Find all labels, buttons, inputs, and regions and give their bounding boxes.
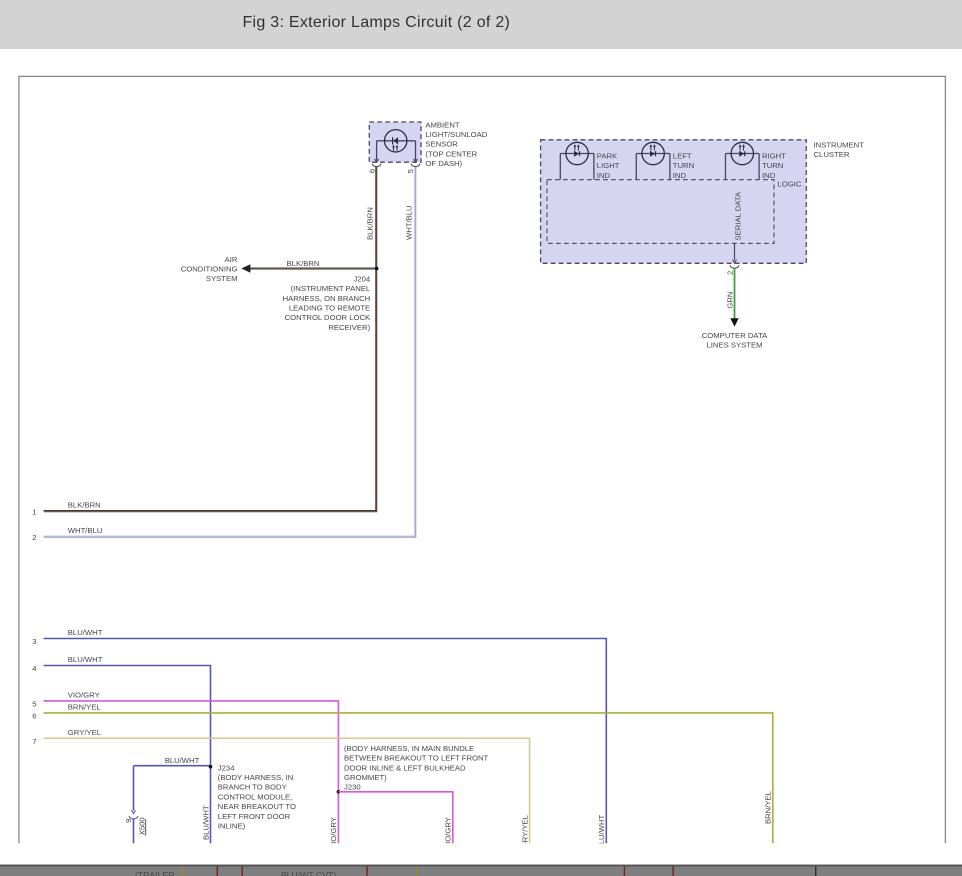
svg-text:SENSOR: SENSOR: [425, 140, 458, 149]
svg-text:GRY/YEL: GRY/YEL: [68, 728, 102, 737]
svg-text:RIGHT: RIGHT: [762, 151, 786, 160]
svg-text:CONTROL DOOR LOCK: CONTROL DOOR LOCK: [285, 313, 371, 322]
svg-text:CONDITIONING: CONDITIONING: [181, 265, 238, 274]
svg-text:BLK/BRN: BLK/BRN: [287, 259, 320, 268]
svg-text:WHT/BLU: WHT/BLU: [68, 526, 103, 535]
svg-text:LEFT FRONT DOOR: LEFT FRONT DOOR: [218, 812, 291, 821]
svg-text:5: 5: [406, 169, 415, 173]
svg-text:GRN: GRN: [725, 292, 734, 309]
svg-text:BLU/WHT: BLU/WHT: [165, 756, 200, 765]
svg-text:SERIAL DATA: SERIAL DATA: [733, 191, 742, 240]
svg-text:9: 9: [124, 819, 133, 823]
svg-text:2: 2: [725, 271, 734, 275]
svg-text:BRN/YEL: BRN/YEL: [68, 703, 102, 712]
svg-text:AIR: AIR: [225, 255, 238, 264]
svg-text:6: 6: [367, 169, 376, 173]
svg-text:WHT/BLU: WHT/BLU: [405, 205, 414, 240]
svg-text:CLUSTER: CLUSTER: [814, 150, 850, 159]
svg-text:4: 4: [32, 664, 37, 673]
svg-text:J234: J234: [218, 763, 235, 772]
svg-text:BLK/BRN: BLK/BRN: [68, 500, 101, 509]
svg-text:5: 5: [32, 700, 36, 709]
svg-text:INLINE): INLINE): [218, 822, 246, 831]
svg-text:BLU/WT CVT): BLU/WT CVT): [281, 870, 336, 876]
svg-text:LEADING TO REMOTE: LEADING TO REMOTE: [289, 304, 370, 313]
svg-text:LIGHT: LIGHT: [597, 161, 620, 170]
svg-text:SYSTEM: SYSTEM: [206, 274, 238, 283]
svg-text:LIGHT/SUNLOAD: LIGHT/SUNLOAD: [425, 130, 487, 139]
svg-text:IND: IND: [673, 171, 687, 180]
svg-text:(BODY HARNESS, IN MAIN BUNDLE: (BODY HARNESS, IN MAIN BUNDLE: [344, 744, 474, 753]
svg-text:LEFT: LEFT: [673, 151, 692, 160]
svg-text:BRANCH TO BODY: BRANCH TO BODY: [218, 783, 287, 792]
svg-text:COMPUTER DATA: COMPUTER DATA: [702, 331, 768, 340]
svg-text:6: 6: [32, 712, 36, 721]
svg-text:BLU/WHT: BLU/WHT: [68, 628, 103, 637]
svg-text:BLU/WHT: BLU/WHT: [201, 805, 210, 840]
svg-text:(INSTRUMENT PANEL: (INSTRUMENT PANEL: [291, 284, 371, 293]
svg-text:TURN: TURN: [673, 161, 694, 170]
svg-text:DOOR INLINE & LEFT BULKHEAD: DOOR INLINE & LEFT BULKHEAD: [344, 763, 466, 772]
svg-text:X500: X500: [137, 817, 146, 835]
svg-text:BETWEEN BREAKOUT TO LEFT FRONT: BETWEEN BREAKOUT TO LEFT FRONT: [344, 754, 489, 763]
svg-text:RECEIVER): RECEIVER): [328, 323, 370, 332]
svg-text:1: 1: [32, 507, 36, 516]
svg-text:(TRAILER: (TRAILER: [135, 870, 175, 876]
svg-text:(BODY HARNESS, IN: (BODY HARNESS, IN: [218, 773, 293, 782]
svg-text:GROMMET): GROMMET): [344, 773, 387, 782]
svg-text:LOGIC: LOGIC: [778, 180, 802, 189]
svg-text:TURN: TURN: [762, 161, 783, 170]
svg-text:(TOP CENTER: (TOP CENTER: [425, 149, 477, 158]
svg-text:AMBIENT: AMBIENT: [425, 120, 459, 129]
svg-text:BLU/WHT: BLU/WHT: [68, 655, 103, 664]
svg-text:LINES SYSTEM: LINES SYSTEM: [707, 341, 763, 350]
svg-text:7: 7: [32, 737, 36, 746]
svg-text:IND: IND: [762, 171, 776, 180]
svg-text:HARNESS, ON BRANCH: HARNESS, ON BRANCH: [283, 294, 371, 303]
svg-text:J204: J204: [354, 274, 371, 283]
svg-text:PARK: PARK: [597, 151, 618, 160]
svg-text:BRN/YEL: BRN/YEL: [764, 790, 773, 824]
svg-text:J230: J230: [344, 783, 361, 792]
svg-text:IND: IND: [597, 171, 611, 180]
svg-text:3: 3: [32, 637, 36, 646]
svg-text:Fig 3: Exterior Lamps Circuit: Fig 3: Exterior Lamps Circuit (2 of 2): [243, 14, 511, 31]
svg-text:2: 2: [32, 533, 36, 542]
svg-text:VIO/GRY: VIO/GRY: [68, 691, 100, 700]
svg-text:NEAR BREAKOUT TO: NEAR BREAKOUT TO: [218, 802, 296, 811]
svg-text:OF DASH): OF DASH): [425, 159, 462, 168]
svg-text:CONTROL MODULE,: CONTROL MODULE,: [218, 792, 292, 801]
svg-text:BLK/BRN: BLK/BRN: [366, 207, 375, 240]
svg-text:INSTRUMENT: INSTRUMENT: [814, 140, 865, 149]
